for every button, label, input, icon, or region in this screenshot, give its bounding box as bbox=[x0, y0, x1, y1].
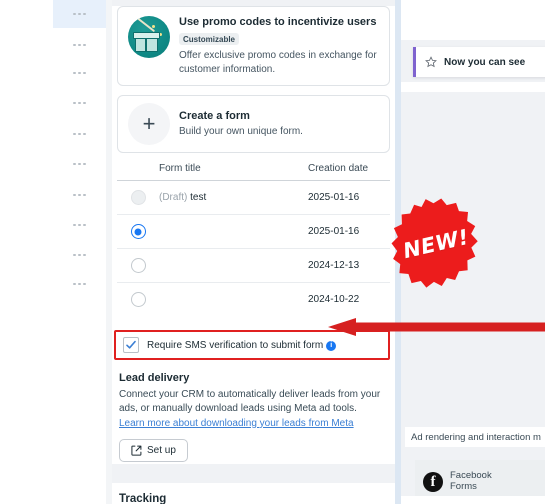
preview-top-surface bbox=[401, 0, 545, 40]
ad-render-note-text: Ad rendering and interaction m bbox=[411, 431, 541, 443]
promo-card-title: Use promo codes to incentivize users bbox=[179, 16, 377, 28]
table-row[interactable]: (Draft) test 2025-01-16 bbox=[117, 181, 390, 216]
table-header-creation-date: Creation date bbox=[308, 163, 369, 175]
sidebar-item-4[interactable] bbox=[53, 89, 106, 117]
facebook-icon: f bbox=[423, 472, 443, 492]
section-divider bbox=[112, 475, 395, 483]
ellipsis-icon bbox=[73, 101, 86, 105]
ellipsis-icon bbox=[73, 282, 86, 286]
facebook-preview-labels: Facebook Forms bbox=[450, 470, 492, 493]
row-form-title: (Draft) test bbox=[159, 192, 308, 203]
lead-delivery-learn-more-link[interactable]: Learn more about downloading your leads … bbox=[119, 418, 354, 429]
plus-icon: + bbox=[128, 103, 170, 146]
row-title-text: test bbox=[190, 192, 207, 204]
promo-card-description: Offer exclusive promo codes in exchange … bbox=[179, 50, 377, 75]
app-root: Use promo codes to incentivize users Cus… bbox=[0, 0, 545, 504]
notification-text: Now you can see bbox=[444, 56, 526, 68]
promo-codes-card[interactable]: Use promo codes to incentivize users Cus… bbox=[117, 6, 390, 87]
sidebar-item-1[interactable] bbox=[53, 0, 106, 28]
table-header-row: Form title Creation date bbox=[117, 163, 390, 182]
preview-line-2: Forms bbox=[450, 481, 477, 492]
lead-delivery-description: Connect your CRM to automatically delive… bbox=[119, 389, 381, 415]
forms-table: Form title Creation date (Draft) test 20… bbox=[117, 163, 390, 316]
create-form-title: Create a form bbox=[179, 109, 250, 122]
lead-delivery-heading: Lead delivery bbox=[119, 372, 190, 385]
table-header-form-title: Form title bbox=[159, 163, 201, 175]
external-link-icon bbox=[131, 445, 142, 456]
radio-button-selected[interactable] bbox=[130, 224, 146, 240]
row-creation-date: 2024-12-13 bbox=[308, 260, 360, 272]
set-up-button-label: Set up bbox=[147, 444, 176, 456]
preview-strip bbox=[401, 82, 545, 92]
create-form-description: Build your own unique form. bbox=[179, 126, 303, 138]
sms-verification-label: Require SMS verification to submit form i bbox=[147, 340, 337, 351]
row-creation-date: 2025-01-16 bbox=[308, 226, 360, 238]
lead-delivery-section: Lead delivery Connect your CRM to automa… bbox=[119, 372, 390, 462]
set-up-button[interactable]: Set up bbox=[119, 438, 188, 462]
ellipsis-icon bbox=[73, 162, 86, 166]
ellipsis-icon bbox=[73, 132, 86, 136]
draft-tag: (Draft) bbox=[159, 192, 188, 204]
ellipsis-icon bbox=[73, 253, 86, 257]
left-nav-rail bbox=[53, 0, 107, 504]
info-icon[interactable]: i bbox=[326, 340, 337, 351]
create-form-card[interactable]: + Create a form Build your own unique fo… bbox=[117, 95, 390, 154]
sidebar-item-10[interactable] bbox=[53, 270, 106, 298]
table-row[interactable]: 2025-01-16 bbox=[117, 215, 390, 250]
sidebar-item-9[interactable] bbox=[53, 241, 106, 269]
sidebar-item-7[interactable] bbox=[53, 181, 106, 209]
row-creation-date: 2025-01-16 bbox=[308, 192, 360, 204]
ellipsis-icon bbox=[73, 43, 86, 47]
radio-button[interactable] bbox=[130, 292, 146, 308]
sidebar-item-3[interactable] bbox=[53, 59, 106, 87]
preview-bottom-surface bbox=[401, 496, 545, 504]
tracking-section: Tracking Track event datasets that conta… bbox=[112, 482, 395, 504]
radio-button[interactable] bbox=[130, 258, 146, 274]
ad-render-note: Ad rendering and interaction m bbox=[405, 427, 545, 447]
sidebar-item-5[interactable] bbox=[53, 120, 106, 148]
sms-verification-checkbox[interactable] bbox=[123, 337, 139, 354]
gift-illustration-icon bbox=[128, 16, 170, 58]
main-scroll-column[interactable]: Use promo codes to incentivize users Cus… bbox=[112, 0, 395, 504]
table-row[interactable]: 2024-12-13 bbox=[117, 249, 390, 284]
sidebar-item-8[interactable] bbox=[53, 211, 106, 239]
ellipsis-icon bbox=[73, 12, 86, 16]
left-page-margin bbox=[0, 0, 53, 504]
ellipsis-icon bbox=[73, 193, 86, 197]
customizable-badge: Customizable bbox=[179, 33, 240, 46]
star-icon bbox=[425, 56, 437, 68]
tracking-heading: Tracking bbox=[119, 492, 167, 504]
ellipsis-icon bbox=[73, 223, 86, 227]
row-creation-date: 2024-10-22 bbox=[308, 294, 360, 306]
row-radio-cell[interactable] bbox=[117, 258, 159, 274]
red-arrow-annotation bbox=[322, 312, 545, 342]
row-radio-cell[interactable] bbox=[117, 224, 159, 240]
sidebar-item-2[interactable] bbox=[53, 31, 106, 59]
notification-toast[interactable]: Now you can see bbox=[413, 47, 545, 77]
radio-button[interactable] bbox=[130, 190, 146, 206]
row-radio-cell[interactable] bbox=[117, 292, 159, 308]
sidebar-item-6[interactable] bbox=[53, 150, 106, 178]
ellipsis-icon bbox=[73, 71, 86, 75]
row-radio-cell[interactable] bbox=[117, 190, 159, 206]
